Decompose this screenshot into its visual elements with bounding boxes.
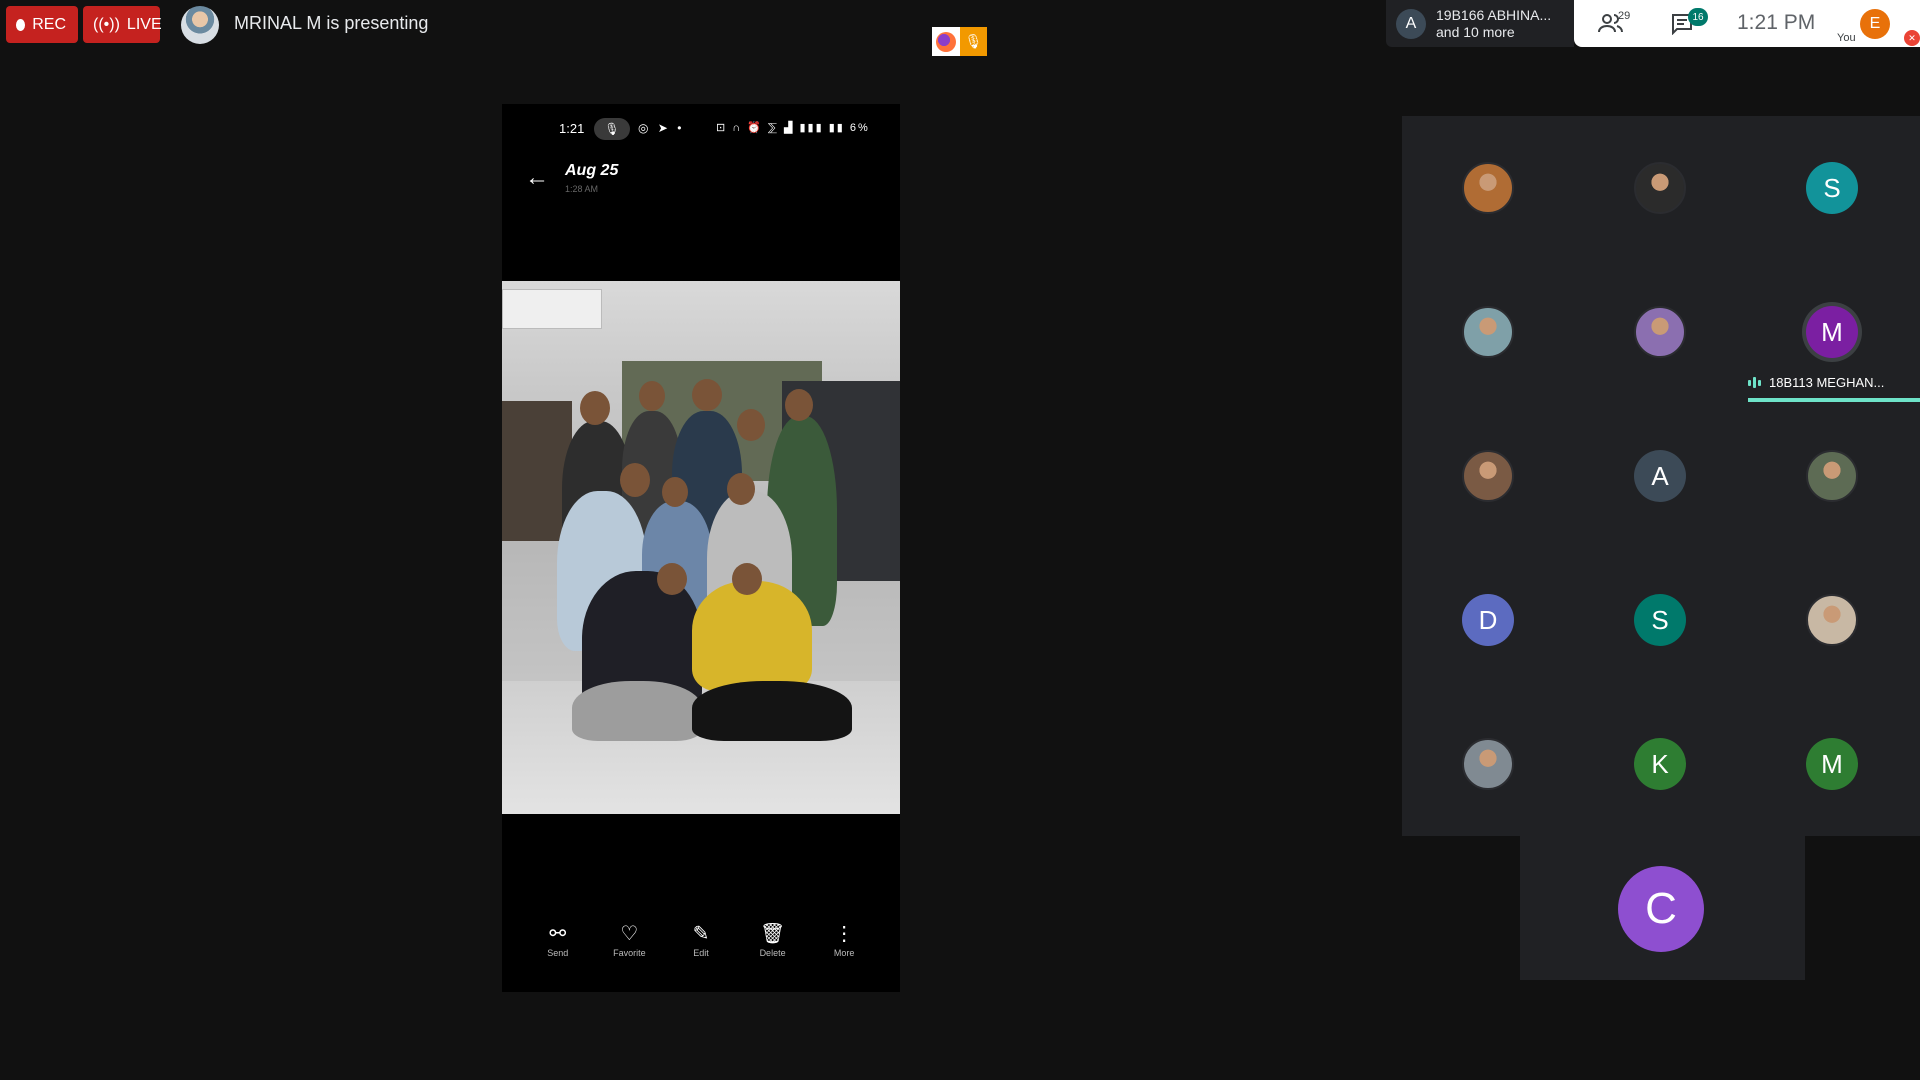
popup-line2: and 10 more [1436, 23, 1515, 40]
avatar [1634, 306, 1686, 358]
participant-tile[interactable] [1574, 116, 1746, 260]
avatar [1806, 594, 1858, 646]
sharing-app-icons: 🎙 [932, 27, 987, 56]
firefox-icon [932, 27, 960, 56]
back-arrow-icon[interactable]: ← [525, 164, 549, 192]
muted-mic-icon: ✕ [1904, 30, 1920, 46]
top-right-bar: 29 16 1:21 PM E You ✕ [1574, 0, 1920, 47]
mic-indicator-icon: 🎙 [594, 118, 630, 140]
avatar [1462, 306, 1514, 358]
participant-tile[interactable]: S [1746, 116, 1918, 260]
avatar [1634, 162, 1686, 214]
participant-tile[interactable]: A [1574, 404, 1746, 548]
avatar [1462, 450, 1514, 502]
avatar: C [1618, 866, 1704, 952]
people-count: 29 [1618, 10, 1631, 22]
more-action[interactable]: ⋮ More [818, 922, 870, 972]
live-badge[interactable]: ((•)) LIVE [83, 6, 162, 43]
avatar: M [1806, 306, 1858, 358]
avatar: M [1806, 738, 1858, 790]
participant-tile[interactable] [1746, 404, 1918, 548]
participant-tile[interactable] [1402, 692, 1574, 836]
chat-count-badge: 16 [1688, 8, 1708, 26]
delete-action-label: Delete [759, 948, 786, 958]
participant-tile[interactable]: C [1520, 836, 1805, 980]
phone-status-bar: 1:21 🎙 ◎ ➤ • ⊡ ∩ ⏰ ⅀ ▟ ▮▮▮ ▮▮ 6% [502, 118, 900, 140]
participant-tile[interactable] [1746, 548, 1918, 692]
presenter-avatar [181, 6, 219, 44]
avatar: S [1634, 594, 1686, 646]
rec-badge[interactable]: REC [6, 6, 78, 43]
phone-status-time: 1:21 [559, 121, 585, 136]
participant-tile[interactable] [1574, 260, 1746, 404]
favorite-action[interactable]: ♡ Favorite [603, 922, 655, 972]
participant-grid: S M A D S K M [1402, 116, 1920, 836]
more-icon: ⋮ [834, 923, 855, 945]
edit-action-label: Edit [693, 948, 709, 958]
avatar: S [1806, 162, 1858, 214]
meet-screen: REC ((•)) LIVE MRINAL M is presenting 🎙 … [0, 0, 1920, 1080]
presenter-text: MRINAL M is presenting [234, 13, 429, 33]
favorite-action-label: Favorite [613, 948, 646, 958]
participant-tile[interactable] [1402, 260, 1574, 404]
participants-popup-text: 19B166 ABHINA... and 10 more [1436, 7, 1551, 41]
microphone-icon: 🎙 [960, 27, 987, 56]
active-speaker-name: 18B113 MEGHAN... [1769, 375, 1885, 390]
avatar: A [1396, 8, 1426, 39]
group-photo [502, 281, 900, 814]
participant-tile[interactable]: D [1402, 548, 1574, 692]
edit-action[interactable]: ✎ Edit [675, 922, 727, 972]
share-icon: ⚯ [549, 923, 567, 945]
send-action-label: Send [547, 948, 569, 958]
avatar: A [1634, 450, 1686, 502]
send-action[interactable]: ⚯ Send [532, 922, 584, 972]
avatar: K [1634, 738, 1686, 790]
participant-tile[interactable]: M [1746, 692, 1918, 836]
avatar: D [1462, 594, 1514, 646]
participant-tile[interactable] [1402, 404, 1574, 548]
self-label: You [1837, 32, 1856, 44]
edit-icon: ✎ [692, 923, 710, 945]
speaking-indicator-icon [1748, 377, 1761, 388]
photo-date-title: Aug 25 [565, 162, 619, 179]
photo-actions-bar: ⚯ Send ♡ Favorite ✎ Edit 🗑 Delete ⋮ More [502, 922, 900, 972]
live-label: LIVE [126, 15, 162, 33]
participant-tile[interactable]: K [1574, 692, 1746, 836]
record-dot-icon [16, 18, 26, 31]
avatar [1806, 450, 1858, 502]
shared-screen: 1:21 🎙 ◎ ➤ • ⊡ ∩ ⏰ ⅀ ▟ ▮▮▮ ▮▮ 6% ← Aug 2… [502, 104, 900, 992]
avatar [1462, 162, 1514, 214]
self-avatar[interactable]: E [1860, 9, 1890, 39]
delete-action[interactable]: 🗑 Delete [747, 922, 799, 972]
participant-tile[interactable]: S [1574, 548, 1746, 692]
active-speaker-label: 18B113 MEGHAN... [1748, 375, 1884, 390]
broadcast-icon: ((•)) [93, 15, 120, 33]
popup-line1: 19B166 ABHINA... [1436, 6, 1552, 23]
heart-icon: ♡ [620, 923, 639, 945]
clock: 1:21 PM [1737, 11, 1816, 34]
active-speaker-underline [1748, 398, 1920, 402]
rec-label: REC [32, 15, 66, 33]
participants-popup[interactable]: A 19B166 ABHINA... and 10 more [1386, 0, 1574, 47]
trash-icon: 🗑 [759, 923, 786, 945]
photo-subtime: 1:28 AM [565, 184, 599, 194]
notification-icons: ◎ ➤ • [638, 121, 685, 135]
avatar [1462, 738, 1514, 790]
participant-tile[interactable] [1402, 116, 1574, 260]
more-action-label: More [833, 948, 855, 958]
status-icons: ⊡ ∩ ⏰ ⅀ ▟ ▮▮▮ ▮▮ 6% [716, 122, 870, 134]
